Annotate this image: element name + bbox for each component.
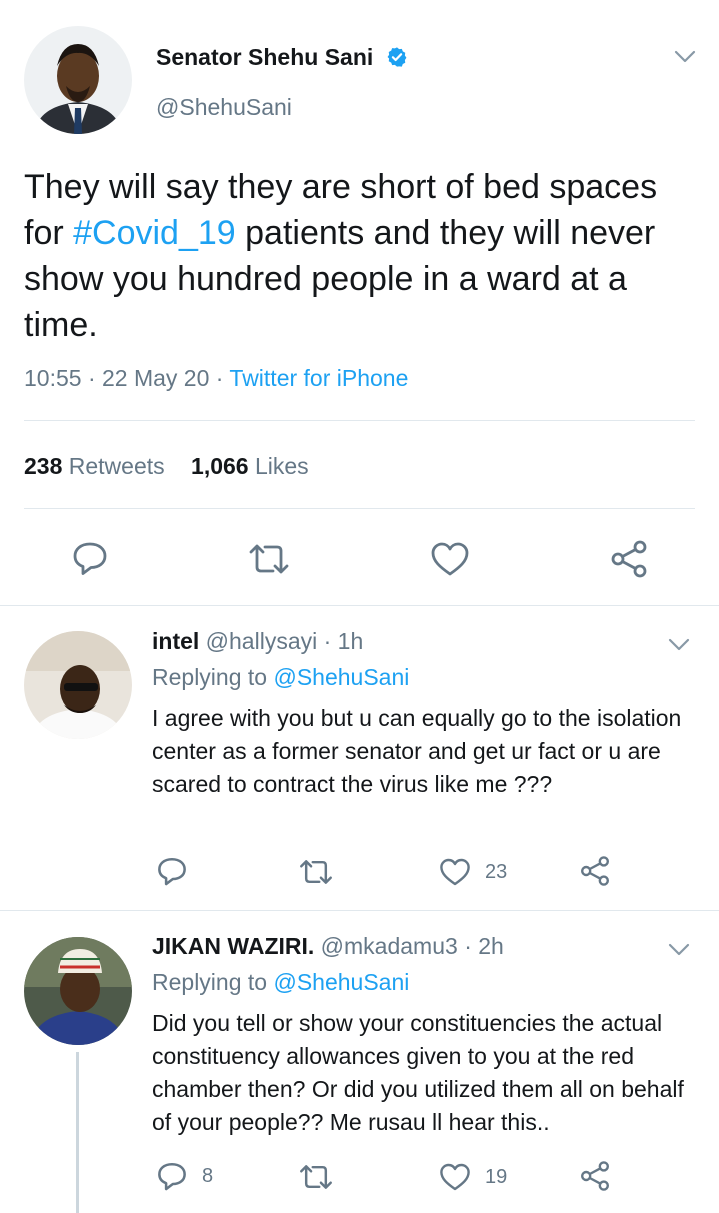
tweet-stats: 238 Retweets 1,066 Likes — [24, 453, 309, 480]
reply-icon — [158, 857, 186, 886]
reply-handle[interactable]: @hallysayi — [206, 628, 318, 654]
like-icon — [440, 1163, 470, 1191]
replying-to-link[interactable]: @ShehuSani — [273, 969, 409, 995]
chevron-down-icon[interactable] — [668, 943, 690, 962]
reply-button[interactable] — [71, 539, 109, 577]
tweet-timestamp[interactable]: 10:55 · 22 May 20 · — [24, 365, 229, 391]
like-button[interactable]: 23 — [439, 857, 507, 887]
retweet-button[interactable] — [247, 541, 291, 577]
chevron-down-icon[interactable] — [674, 50, 696, 69]
retweet-button[interactable] — [298, 1162, 348, 1192]
share-icon — [581, 856, 609, 886]
share-button[interactable] — [579, 1160, 611, 1192]
author-name-text: Senator Shehu Sani — [156, 44, 374, 70]
reply-icon — [158, 1162, 186, 1191]
hashtag-link[interactable]: #Covid_19 — [73, 214, 236, 252]
reply-age: · 2h — [464, 933, 504, 959]
likes-label: Likes — [254, 453, 309, 479]
retweets-label: Retweets — [68, 453, 165, 479]
reply-icon — [73, 542, 107, 575]
verified-badge-icon — [386, 46, 408, 74]
divider — [0, 605, 719, 606]
like-icon — [440, 858, 470, 886]
divider — [0, 910, 719, 911]
share-icon — [611, 540, 647, 578]
reply-header: intel @hallysayi · 1h — [152, 628, 363, 655]
like-icon — [431, 542, 469, 576]
reply-header: JIKAN WAZIRI. @mkadamu3 · 2h — [152, 933, 504, 960]
replying-to-prefix: Replying to — [152, 969, 274, 995]
reply-handle[interactable]: @mkadamu3 — [321, 933, 458, 959]
likes-count: 1,066 — [191, 453, 249, 479]
reply-text: Did you tell or show your constituencies… — [152, 1010, 684, 1135]
share-icon — [581, 1161, 609, 1191]
reply-author-name[interactable]: intel — [152, 628, 199, 654]
retweets-count: 238 — [24, 453, 63, 479]
share-button[interactable] — [609, 539, 649, 579]
replying-to-prefix: Replying to — [152, 664, 274, 690]
likes-stat[interactable]: 1,066 Likes — [191, 453, 309, 479]
retweet-icon — [300, 1165, 332, 1189]
like-button[interactable] — [430, 541, 470, 577]
like-button[interactable]: 19 — [439, 1162, 507, 1192]
replying-to: Replying to @ShehuSani — [152, 969, 409, 996]
reply-avatar[interactable] — [24, 937, 132, 1045]
reply-button[interactable] — [156, 855, 202, 887]
share-button[interactable] — [579, 855, 611, 887]
retweet-button[interactable] — [298, 857, 348, 887]
reply-author-name[interactable]: JIKAN WAZIRI. — [152, 933, 314, 959]
chevron-down-icon[interactable] — [668, 638, 690, 657]
reply-age: · 1h — [323, 628, 364, 654]
like-count: 23 — [485, 860, 508, 883]
divider — [24, 420, 695, 421]
like-count: 19 — [485, 1165, 508, 1188]
reply-avatar[interactable] — [24, 631, 132, 739]
reply-count: 8 — [202, 1164, 214, 1187]
retweets-stat[interactable]: 238 Retweets — [24, 453, 171, 479]
author-avatar[interactable] — [24, 26, 132, 134]
thread-line — [76, 1052, 79, 1213]
replying-to-link[interactable]: @ShehuSani — [273, 664, 409, 690]
author-handle[interactable]: @ShehuSani — [156, 94, 292, 121]
reply-text: I agree with you but u can equally go to… — [152, 705, 682, 797]
retweet-icon — [249, 544, 289, 574]
replying-to: Replying to @ShehuSani — [152, 664, 409, 691]
author-name[interactable]: Senator Shehu Sani — [156, 44, 408, 74]
reply-button[interactable]: 8 — [156, 1160, 213, 1192]
tweet-meta: 10:55 · 22 May 20 · Twitter for iPhone — [24, 365, 408, 392]
retweet-icon — [300, 860, 332, 884]
divider — [24, 508, 695, 509]
tweet-text: They will say they are short of bed spac… — [24, 164, 700, 348]
tweet-source[interactable]: Twitter for iPhone — [229, 365, 408, 391]
